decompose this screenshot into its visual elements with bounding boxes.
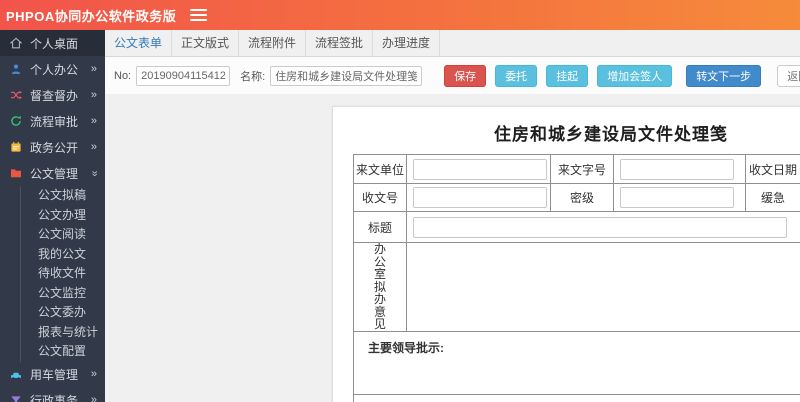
chevron-down-icon: » (88, 169, 101, 177)
forward-next-step-button[interactable]: 转文下一步 (686, 64, 762, 87)
receive-no-label: 收文号 (353, 183, 407, 212)
main-leader-comments-cell[interactable]: 主要领导批示: (353, 330, 800, 395)
tab-body-layout[interactable]: 正文版式 (172, 30, 239, 56)
sidebar-subitem-document-read[interactable]: 公文阅读 (21, 225, 105, 245)
office-opinion-cell[interactable] (406, 242, 800, 332)
sidebar-item-label: 政务公开 (30, 140, 79, 155)
shuffle-icon (10, 89, 24, 101)
sidebar-subitem-document-handle[interactable]: 公文办理 (21, 206, 105, 226)
sidebar-item-vehicle-management[interactable]: 用车管理 » (0, 362, 105, 388)
table-row: 来文单位 来文字号 收文日期 (353, 154, 800, 184)
app-header: PHPOA协同办公软件政务版 (0, 0, 800, 30)
main-area: 公文表单 正文版式 流程附件 流程签批 办理进度 No: 名称: 保存 委托 挂… (105, 30, 800, 402)
funnel-icon (10, 395, 24, 402)
table-row: 主要领导批示: (353, 330, 800, 395)
sync-icon (10, 115, 24, 127)
suspend-button[interactable]: 挂起 (546, 64, 589, 87)
folder-icon (10, 167, 24, 179)
sidebar-item-document-management[interactable]: 公文管理 » (0, 160, 105, 186)
calendar-icon (10, 141, 24, 153)
sidebar-subitem-document-monitor[interactable]: 公文监控 (21, 284, 105, 304)
incoming-ref-no-input[interactable] (620, 158, 734, 180)
receive-no-input[interactable] (413, 187, 547, 208)
sidebar-subitem-my-documents[interactable]: 我的公文 (21, 245, 105, 265)
sidebar-subitem-document-draft[interactable]: 公文拟稿 (21, 186, 105, 206)
urgency-label: 缓急 (745, 183, 800, 212)
name-label: 名称: (240, 70, 266, 83)
app-title: PHPOA协同办公软件政务版 (6, 8, 177, 24)
main-leader-comments-label: 主要领导批示: (368, 340, 444, 355)
subject-input[interactable] (413, 216, 787, 238)
table-row: 分管领导批示: (353, 393, 800, 402)
tab-handling-progress[interactable]: 办理进度 (373, 30, 440, 56)
table-row: 标题 (353, 211, 800, 243)
car-icon (10, 369, 24, 381)
deputy-leader-comments-label: 分管领导批示: (355, 395, 800, 402)
sidebar-item-label: 用车管理 (30, 368, 79, 382)
incoming-unit-label: 来文单位 (353, 154, 407, 184)
name-input[interactable] (270, 65, 423, 86)
sidebar-item-personal-desktop[interactable]: 个人桌面 (0, 30, 105, 56)
document-title: 住房和城乡建设局文件处理笺 (494, 125, 728, 144)
sidebar-item-workflow-approval[interactable]: 流程审批 » (0, 108, 105, 134)
sidebar-item-label: 个人桌面 (30, 36, 79, 51)
chevron-right-icon: » (90, 114, 97, 127)
tab-bar: 公文表单 正文版式 流程附件 流程签批 办理进度 (105, 30, 800, 57)
sidebar-subitem-reports-stats[interactable]: 报表与统计 (21, 323, 105, 343)
incoming-ref-no-label: 来文字号 (550, 154, 614, 184)
sidebar-item-label: 行政事务 (30, 394, 79, 402)
phpoa-app: PHPOA协同办公软件政务版 个人桌面 个人办公 » 督查督办 » 流程审批 »… (0, 0, 800, 402)
add-countersigner-button[interactable]: 增加会签人 (597, 64, 673, 87)
toolbar: No: 名称: 保存 委托 挂起 增加会签人 转文下一步 返回 (105, 57, 800, 95)
user-icon (10, 63, 24, 75)
tab-document-form[interactable]: 公文表单 (105, 30, 172, 56)
delegate-button[interactable]: 委托 (495, 64, 538, 87)
subject-label: 标题 (353, 211, 407, 243)
sidebar-item-admin-affairs[interactable]: 行政事务 » (0, 388, 105, 402)
sidebar-item-label: 个人办公 (30, 62, 79, 77)
sidebar-item-gov-disclosure[interactable]: 政务公开 » (0, 134, 105, 160)
back-button[interactable]: 返回 (777, 64, 800, 87)
sidebar-item-label: 公文管理 (30, 166, 79, 181)
chevron-right-icon: » (90, 368, 97, 380)
sidebar: 个人桌面 个人办公 » 督查督办 » 流程审批 » 政务公开 » 公文管理 » … (0, 30, 105, 402)
table-row: 收文号 密级 缓急 (353, 183, 800, 212)
no-input[interactable] (136, 65, 231, 86)
document-form-table: 来文单位 来文字号 收文日期 收文号 密级 缓急 标题 办公室拟办意见 主要领导… (353, 154, 800, 402)
chevron-right-icon: » (90, 394, 97, 402)
secrecy-level-input[interactable] (620, 187, 734, 208)
secrecy-level-label: 密级 (550, 183, 614, 212)
home-icon (10, 37, 24, 49)
save-button[interactable]: 保存 (444, 64, 487, 87)
menu-icon[interactable] (190, 6, 208, 24)
chevron-right-icon: » (90, 62, 97, 75)
no-label: No: (114, 69, 132, 82)
incoming-unit-input[interactable] (413, 158, 547, 180)
content-area: 住房和城乡建设局文件处理笺 来文单位 来文字号 收文日期 收文号 密级 缓急 标… (105, 94, 800, 402)
sidebar-subitem-document-entrust[interactable]: 公文委办 (21, 303, 105, 323)
chevron-right-icon: » (90, 88, 97, 101)
sidebar-item-label: 督查督办 (30, 88, 79, 103)
document-sheet: 住房和城乡建设局文件处理笺 来文单位 来文字号 收文日期 收文号 密级 缓急 标… (332, 106, 800, 402)
sidebar-submenu-document-management: 公文拟稿 公文办理 公文阅读 我的公文 待收文件 公文监控 公文委办 报表与统计… (20, 186, 105, 362)
sidebar-subitem-pending-files[interactable]: 待收文件 (21, 264, 105, 284)
table-row: 办公室拟办意见 (353, 242, 800, 332)
sidebar-item-supervision[interactable]: 督查督办 » (0, 82, 105, 108)
deputy-leader-comments-cell[interactable]: 分管领导批示: (353, 393, 800, 402)
sidebar-subitem-document-config[interactable]: 公文配置 (21, 342, 105, 362)
chevron-right-icon: » (90, 140, 97, 153)
receive-date-label: 收文日期 (745, 154, 800, 184)
sidebar-item-label: 流程审批 (30, 114, 79, 129)
office-opinion-label: 办公室拟办意见 (353, 242, 407, 332)
sidebar-item-personal-office[interactable]: 个人办公 » (0, 56, 105, 82)
tab-flow-attachments[interactable]: 流程附件 (239, 30, 306, 56)
tab-flow-sign-approval[interactable]: 流程签批 (306, 30, 373, 56)
